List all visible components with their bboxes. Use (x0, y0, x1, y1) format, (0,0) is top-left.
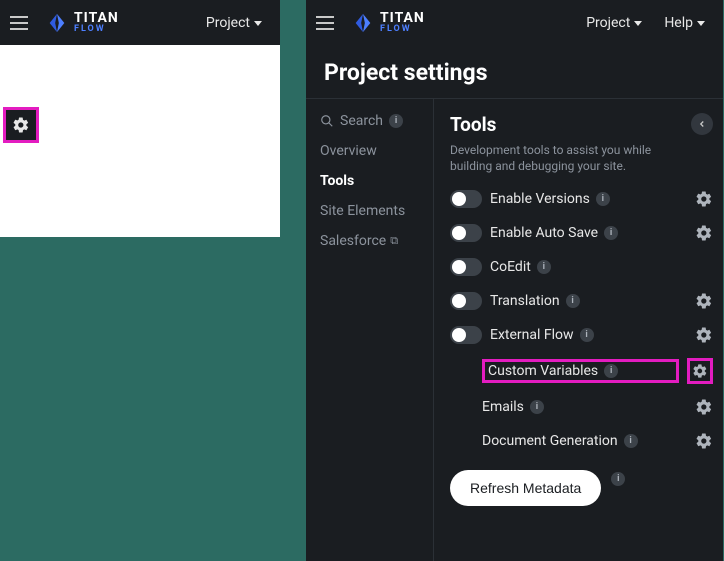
tool-row-translation: Translation i (450, 290, 713, 312)
tool-row-custom-variables: Custom Variables i (450, 358, 713, 384)
tool-label-wrap: Enable Auto Save i (490, 225, 687, 241)
refresh-metadata-button[interactable]: Refresh Metadata (450, 470, 601, 506)
tool-label-wrap: Emailsi (482, 399, 687, 415)
hamburger-icon[interactable] (316, 11, 340, 35)
info-icon[interactable]: i (537, 260, 551, 274)
left-window: TITAN FLOW Project (0, 0, 280, 237)
tool-label-wrap: CoEditi (490, 259, 687, 275)
tool-row-enable-auto-save: Enable Auto Save i (450, 222, 713, 244)
tool-label: CoEdit (490, 259, 531, 275)
logo-text: TITAN FLOW (380, 11, 425, 34)
menu-project[interactable]: Project (198, 15, 270, 31)
right-window: TITAN FLOW Project Help Project settings… (306, 0, 723, 561)
gear-icon[interactable] (695, 224, 713, 242)
gear-icon[interactable] (695, 292, 713, 310)
toggle-switch[interactable] (450, 190, 482, 208)
info-icon[interactable]: i (604, 364, 618, 378)
toggle-switch[interactable] (450, 292, 482, 310)
nav-item-overview[interactable]: Overview (320, 143, 423, 159)
menu-help[interactable]: Help (656, 15, 713, 31)
tool-label-wrap: Translation i (490, 293, 687, 309)
tool-row-emails: Emailsi (450, 396, 713, 418)
nav-item-label: Overview (320, 143, 377, 159)
logo-text: TITAN FLOW (74, 11, 119, 34)
tool-label: Document Generation (482, 433, 618, 449)
info-icon[interactable]: i (530, 400, 544, 414)
external-link-icon: ⧉ (390, 234, 398, 248)
tool-row-enable-versions: Enable Versions i (450, 188, 713, 210)
tool-row-external-flow: External Flow i (450, 324, 713, 346)
collapse-button[interactable] (691, 113, 713, 135)
search-nav[interactable]: Search i (320, 113, 423, 129)
info-icon[interactable]: i (596, 192, 610, 206)
settings-gear-highlight[interactable] (3, 107, 39, 143)
right-topbar: TITAN FLOW Project Help (306, 0, 723, 45)
left-canvas (0, 45, 280, 237)
gear-icon[interactable] (695, 432, 713, 450)
chevron-down-icon (254, 21, 262, 26)
brand-logo[interactable]: TITAN FLOW (352, 11, 425, 34)
nav-item-label: Site Elements (320, 203, 405, 219)
nav-item-salesforce[interactable]: Salesforce ⧉ (320, 233, 423, 249)
tool-label-wrap: Enable Versions i (490, 191, 687, 207)
gear-icon[interactable] (695, 326, 713, 344)
tool-row-document-generation: Document Generation i (450, 430, 713, 452)
toggle-switch[interactable] (450, 258, 482, 276)
gear-icon (12, 116, 30, 134)
page-title: Project settings (306, 45, 723, 99)
tools-title: Tools (450, 113, 713, 136)
menu-project[interactable]: Project (578, 15, 650, 31)
settings-nav: Search i Overview Tools Site Elements Sales… (306, 99, 434, 561)
tool-label: External Flow (490, 327, 574, 343)
toggle-switch[interactable] (450, 224, 482, 242)
hamburger-icon[interactable] (10, 11, 34, 35)
gear-icon[interactable] (695, 398, 713, 416)
tools-pane: Tools Development tools to assist you wh… (434, 99, 723, 561)
logo-mark-icon (46, 12, 68, 34)
logo-mark-icon (352, 12, 374, 34)
gear-icon[interactable] (687, 358, 713, 384)
chevron-down-icon (697, 21, 705, 26)
brand-logo[interactable]: TITAN FLOW (46, 11, 119, 34)
info-icon: i (389, 114, 403, 128)
toggle-switch[interactable] (450, 326, 482, 344)
tool-row-coedit: CoEditi (450, 256, 713, 278)
tool-label: Emails (482, 399, 524, 415)
tool-label: Enable Versions (490, 191, 590, 207)
nav-item-site-elements[interactable]: Site Elements (320, 203, 423, 219)
left-topbar: TITAN FLOW Project (0, 0, 280, 45)
info-icon[interactable]: i (624, 434, 638, 448)
info-icon[interactable]: i (580, 328, 594, 342)
tool-label: Translation (490, 293, 560, 309)
settings-body: Search i Overview Tools Site Elements Sales… (306, 99, 723, 561)
tool-label-wrap: Document Generation i (482, 433, 687, 449)
tool-label: Enable Auto Save (490, 225, 598, 241)
tools-description: Development tools to assist you while bu… (450, 142, 660, 174)
nav-item-label: Salesforce (320, 233, 386, 249)
tool-label: Custom Variables (488, 363, 598, 379)
search-icon (320, 114, 334, 128)
gear-icon[interactable] (695, 190, 713, 208)
nav-item-label: Tools (320, 173, 354, 189)
info-icon[interactable]: i (611, 472, 625, 486)
tool-label-wrap: External Flow i (490, 327, 687, 343)
nav-item-tools[interactable]: Tools (320, 173, 423, 189)
tool-label-wrap: Custom Variables i (482, 359, 679, 383)
info-icon[interactable]: i (566, 294, 580, 308)
chevron-down-icon (634, 21, 642, 26)
info-icon[interactable]: i (604, 226, 618, 240)
chevron-left-icon (697, 119, 707, 129)
